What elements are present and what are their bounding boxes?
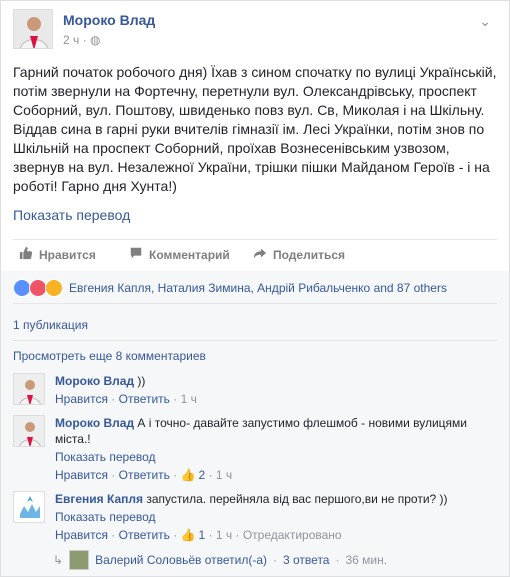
comment-author[interactable]: Мороко Влад	[55, 374, 134, 388]
comment-reply-button[interactable]: Ответить	[119, 468, 170, 482]
dot-separator: ·	[273, 553, 278, 567]
comment-actions: Нравится · Ответить · 👍 1 · 1 ч · Отреда…	[55, 527, 342, 543]
comment-button[interactable]: Комментарий	[129, 246, 230, 263]
comment-body: Мороко Влад А і точно- давайте запустимо…	[55, 415, 497, 483]
like-label: Нравится	[39, 247, 96, 262]
like-count-value: 1	[198, 528, 206, 542]
post-meta: 2 ч · ◍	[63, 33, 100, 47]
comment-text: запустила. перейняла від вас першого,ви …	[146, 492, 448, 506]
wow-reaction-icon[interactable]	[45, 279, 63, 297]
comment-like-button[interactable]: Нравится	[55, 392, 108, 406]
share-count[interactable]: 1 публикация	[13, 310, 497, 341]
reply-author[interactable]: Валерий Соловьёв ответил(-а)	[95, 553, 267, 567]
comment-reply-button[interactable]: Ответить	[119, 528, 170, 542]
comment-translate-link[interactable]: Показать перевод	[55, 510, 156, 524]
comment-author[interactable]: Мороко Влад	[55, 416, 134, 430]
reactions-bar: Евгения Капля, Наталия Зимина, Андрій Ри…	[13, 273, 497, 304]
comment-translate-link[interactable]: Показать перевод	[55, 450, 156, 464]
comment-time[interactable]: 1 ч	[216, 528, 232, 542]
comment-icon	[129, 246, 143, 263]
reply-time[interactable]: 36 мин.	[345, 553, 387, 567]
comment-time[interactable]: 1 ч	[216, 468, 232, 482]
thumbs-up-icon	[19, 246, 33, 263]
post-card: Мороко Влад 2 ч · ◍ ⌄ Гарний початок роб…	[0, 0, 510, 577]
like-button[interactable]: Нравится	[19, 246, 96, 263]
post-author[interactable]: Мороко Влад	[63, 12, 155, 28]
comment-body: Мороко Влад )) Нравится · Ответить · 1 ч	[55, 373, 497, 407]
post-text: Гарний початок робочого дня) Їхав з сино…	[13, 64, 497, 194]
reply-arrow-icon: ↳	[53, 553, 64, 567]
comment-avatar[interactable]	[13, 373, 45, 405]
comment-like-count[interactable]: 👍 2	[181, 467, 206, 483]
dot-separator: ·	[82, 33, 87, 47]
comment-actions: Нравится · Ответить · 👍 2 · 1 ч	[55, 467, 233, 483]
thumbs-up-icon: 👍	[180, 528, 196, 542]
post-header: Мороко Влад 2 ч · ◍ ⌄	[13, 9, 497, 53]
view-more-comments[interactable]: Просмотреть еще 8 комментариев	[13, 349, 206, 363]
comment-reply-button[interactable]: Ответить	[119, 392, 170, 406]
author-avatar[interactable]	[13, 9, 53, 49]
reply-avatar[interactable]	[69, 550, 90, 570]
share-icon	[253, 246, 267, 263]
comment-label: Комментарий	[149, 247, 230, 262]
comment-avatar[interactable]	[13, 491, 45, 523]
like-count-value: 2	[198, 468, 206, 482]
comment-author[interactable]: Евгения Капля	[55, 492, 143, 506]
comment-edited[interactable]: Отредактировано	[243, 528, 342, 542]
comment-actions: Нравится · Ответить · 1 ч	[55, 392, 197, 406]
reply-summary[interactable]: ↳ Валерий Соловьёв ответил(-а) · 3 ответ…	[53, 549, 497, 571]
share-label: Поделиться	[273, 247, 346, 262]
globe-icon[interactable]: ◍	[90, 33, 100, 47]
comment-like-button[interactable]: Нравится	[55, 528, 108, 542]
comment-like-count[interactable]: 👍 1	[181, 527, 206, 543]
comment-body: Евгения Капля запустила. перейняла від в…	[55, 491, 497, 543]
reply-count[interactable]: 3 ответа	[283, 553, 329, 567]
post-time[interactable]: 2 ч	[63, 33, 79, 47]
share-button[interactable]: Поделиться	[253, 246, 345, 263]
comment-like-button[interactable]: Нравится	[55, 468, 108, 482]
chevron-down-icon[interactable]: ⌄	[479, 13, 491, 30]
comment-avatar[interactable]	[13, 415, 45, 447]
translate-link[interactable]: Показать перевод	[13, 207, 130, 223]
comment-translate: Показать перевод	[55, 449, 497, 465]
comment-time[interactable]: 1 ч	[181, 392, 197, 406]
comment-translate: Показать перевод	[55, 509, 497, 525]
reaction-names[interactable]: Евгения Капля, Наталия Зимина, Андрій Ри…	[69, 281, 447, 295]
dot-separator: ·	[335, 553, 340, 567]
comment-text: ))	[137, 374, 146, 388]
post-actions: Нравится Комментарий Поделиться	[13, 239, 497, 272]
thumbs-up-icon: 👍	[180, 468, 196, 482]
